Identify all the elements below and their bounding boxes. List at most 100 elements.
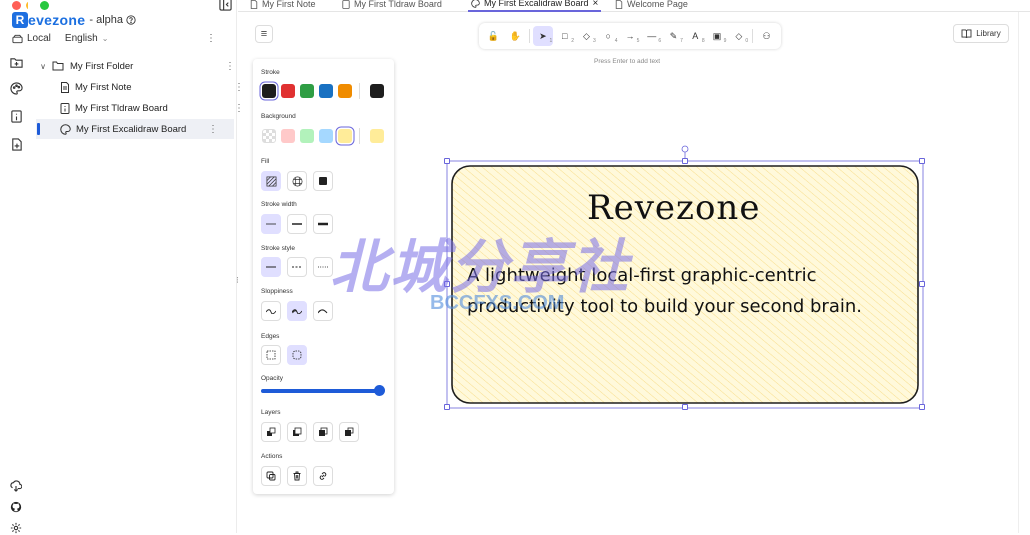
chevron-down-icon[interactable]: ∨ (36, 62, 50, 71)
fill-solid-button[interactable] (313, 171, 333, 191)
duplicate-button[interactable] (261, 466, 281, 486)
stroke-color-swatch[interactable] (300, 84, 314, 98)
stroke-style-dashed-button[interactable] (287, 257, 307, 277)
edges-sharp-button[interactable] (261, 345, 281, 365)
resize-handle-ne[interactable] (919, 158, 925, 164)
stroke-width-thin-button[interactable] (261, 214, 281, 234)
background-color-swatch[interactable] (281, 129, 295, 143)
image-tool[interactable]: ▣ 9 (707, 26, 728, 46)
library-button[interactable]: Library (953, 24, 1009, 43)
window-zoom-button[interactable] (40, 1, 49, 10)
folder-label: My First Folder (70, 60, 134, 72)
resize-handle-n[interactable] (682, 158, 688, 164)
sidebar-item-tldraw[interactable]: My First Tldraw Board ⋮ (60, 98, 244, 118)
resize-handle-sw[interactable] (444, 404, 450, 410)
tab-excalidraw[interactable]: My First Excalidraw Board × (468, 0, 602, 12)
window-close-button[interactable] (12, 1, 21, 10)
app-logo: R evezone - alpha (12, 12, 136, 28)
panel-drag-handle[interactable]: ⁝ (236, 275, 239, 286)
sloppiness-label: Sloppiness (261, 288, 293, 295)
add-folder-icon[interactable] (9, 55, 23, 69)
item-menu-icon[interactable]: ⋮ (208, 124, 218, 135)
github-icon[interactable] (9, 500, 23, 514)
stroke-color-swatch[interactable] (281, 84, 295, 98)
folder-menu-icon[interactable]: ⋮ (225, 61, 235, 72)
text-tool[interactable]: A8 (685, 26, 706, 46)
draw-tool[interactable]: ✎ 7 (663, 26, 684, 46)
board-icon (60, 102, 70, 114)
tab-note[interactable]: My First Note (250, 0, 316, 12)
sloppiness-cartoonist-button[interactable] (313, 301, 333, 321)
resize-handle-nw[interactable] (444, 158, 450, 164)
chevron-down-icon[interactable]: ⌄ (102, 34, 109, 43)
ellipse-tool[interactable]: ○ 4 (598, 26, 619, 46)
edges-round-button[interactable] (287, 345, 307, 365)
sidebar-item-excalidraw[interactable]: My First Excalidraw Board ⋮ (36, 119, 234, 139)
language-select[interactable]: English (65, 33, 98, 44)
hand-tool[interactable]: ✋ (505, 26, 526, 46)
shortcut-key: 5 (636, 38, 640, 44)
diamond-icon: ◇ (582, 30, 590, 41)
close-tab-icon[interactable]: × (593, 0, 599, 9)
background-color-swatch[interactable] (319, 129, 333, 143)
stroke-style-solid-button[interactable] (261, 257, 281, 277)
send-backward-button[interactable] (287, 422, 307, 442)
fill-hachure-button[interactable] (261, 171, 281, 191)
storage-label[interactable]: Local (27, 33, 51, 44)
fill-crosshatch-button[interactable] (287, 171, 307, 191)
opacity-slider-thumb[interactable] (374, 385, 385, 396)
resize-handle-se[interactable] (919, 404, 925, 410)
background-color-swatch[interactable] (262, 129, 276, 143)
resize-handle-s[interactable] (682, 404, 688, 410)
stroke-color-swatch[interactable] (262, 84, 276, 98)
more-icon: ⚇ (762, 30, 771, 41)
ellipse-icon: ○ (605, 31, 611, 41)
diamond-tool[interactable]: ◇ 3 (576, 26, 597, 46)
sidebar-item-note[interactable]: My First Note ⋮ (60, 77, 244, 97)
arrow-tool[interactable]: → 5 (620, 26, 641, 46)
workspace-menu-icon[interactable]: ⋮ (206, 33, 216, 44)
layers-label: Layers (261, 409, 281, 416)
collapse-sidebar-icon[interactable] (218, 0, 232, 11)
shortcut-key: 6 (658, 38, 662, 44)
lock-tool[interactable]: 🔓 (483, 26, 504, 46)
stroke-width-bold-button[interactable] (287, 214, 307, 234)
book-icon (961, 29, 972, 38)
stroke-color-swatch[interactable] (338, 84, 352, 98)
line-tool[interactable]: —6 (641, 26, 662, 46)
stroke-current-swatch[interactable] (370, 84, 384, 98)
tab-tldraw[interactable]: My First Tldraw Board (342, 0, 442, 12)
board-icon[interactable] (9, 109, 23, 123)
tab-welcome[interactable]: Welcome Page (615, 0, 688, 12)
help-icon[interactable] (126, 15, 136, 25)
bring-to-front-button[interactable] (339, 422, 359, 442)
delete-button[interactable] (287, 466, 307, 486)
eraser-tool[interactable]: ◇ 0 (728, 26, 749, 46)
background-color-swatch[interactable] (338, 129, 352, 143)
folder-row[interactable]: ∨ My First Folder ⋮ (36, 56, 235, 76)
sync-icon[interactable] (9, 479, 23, 493)
sidebar-item-label: My First Note (75, 81, 132, 93)
sloppiness-architect-button[interactable] (261, 301, 281, 321)
sloppiness-artist-button[interactable] (287, 301, 307, 321)
divider (359, 83, 360, 99)
sidebar: R evezone - alpha Local English ⌄ ⋮ ∨ My… (12, 0, 244, 533)
background-current-swatch[interactable] (370, 129, 384, 143)
new-note-icon[interactable] (9, 137, 23, 151)
divider (359, 128, 360, 144)
rectangle-tool[interactable]: □ 2 (554, 26, 575, 46)
actions-label: Actions (261, 453, 283, 460)
opacity-slider-track[interactable] (261, 389, 381, 393)
resize-handle-e[interactable] (919, 281, 925, 287)
bring-forward-button[interactable] (313, 422, 333, 442)
selection-tool[interactable]: ➤ 1 (532, 26, 554, 46)
main-menu-button[interactable]: ≡ (255, 25, 273, 43)
background-color-swatch[interactable] (300, 129, 314, 143)
send-to-back-button[interactable] (261, 422, 281, 442)
vertical-scrollbar[interactable] (1018, 12, 1030, 533)
palette-icon[interactable] (9, 81, 23, 95)
link-button[interactable] (313, 466, 333, 486)
more-tool[interactable]: ⚇ (756, 26, 777, 46)
image-icon: ▣ (712, 30, 722, 41)
stroke-color-swatch[interactable] (319, 84, 333, 98)
